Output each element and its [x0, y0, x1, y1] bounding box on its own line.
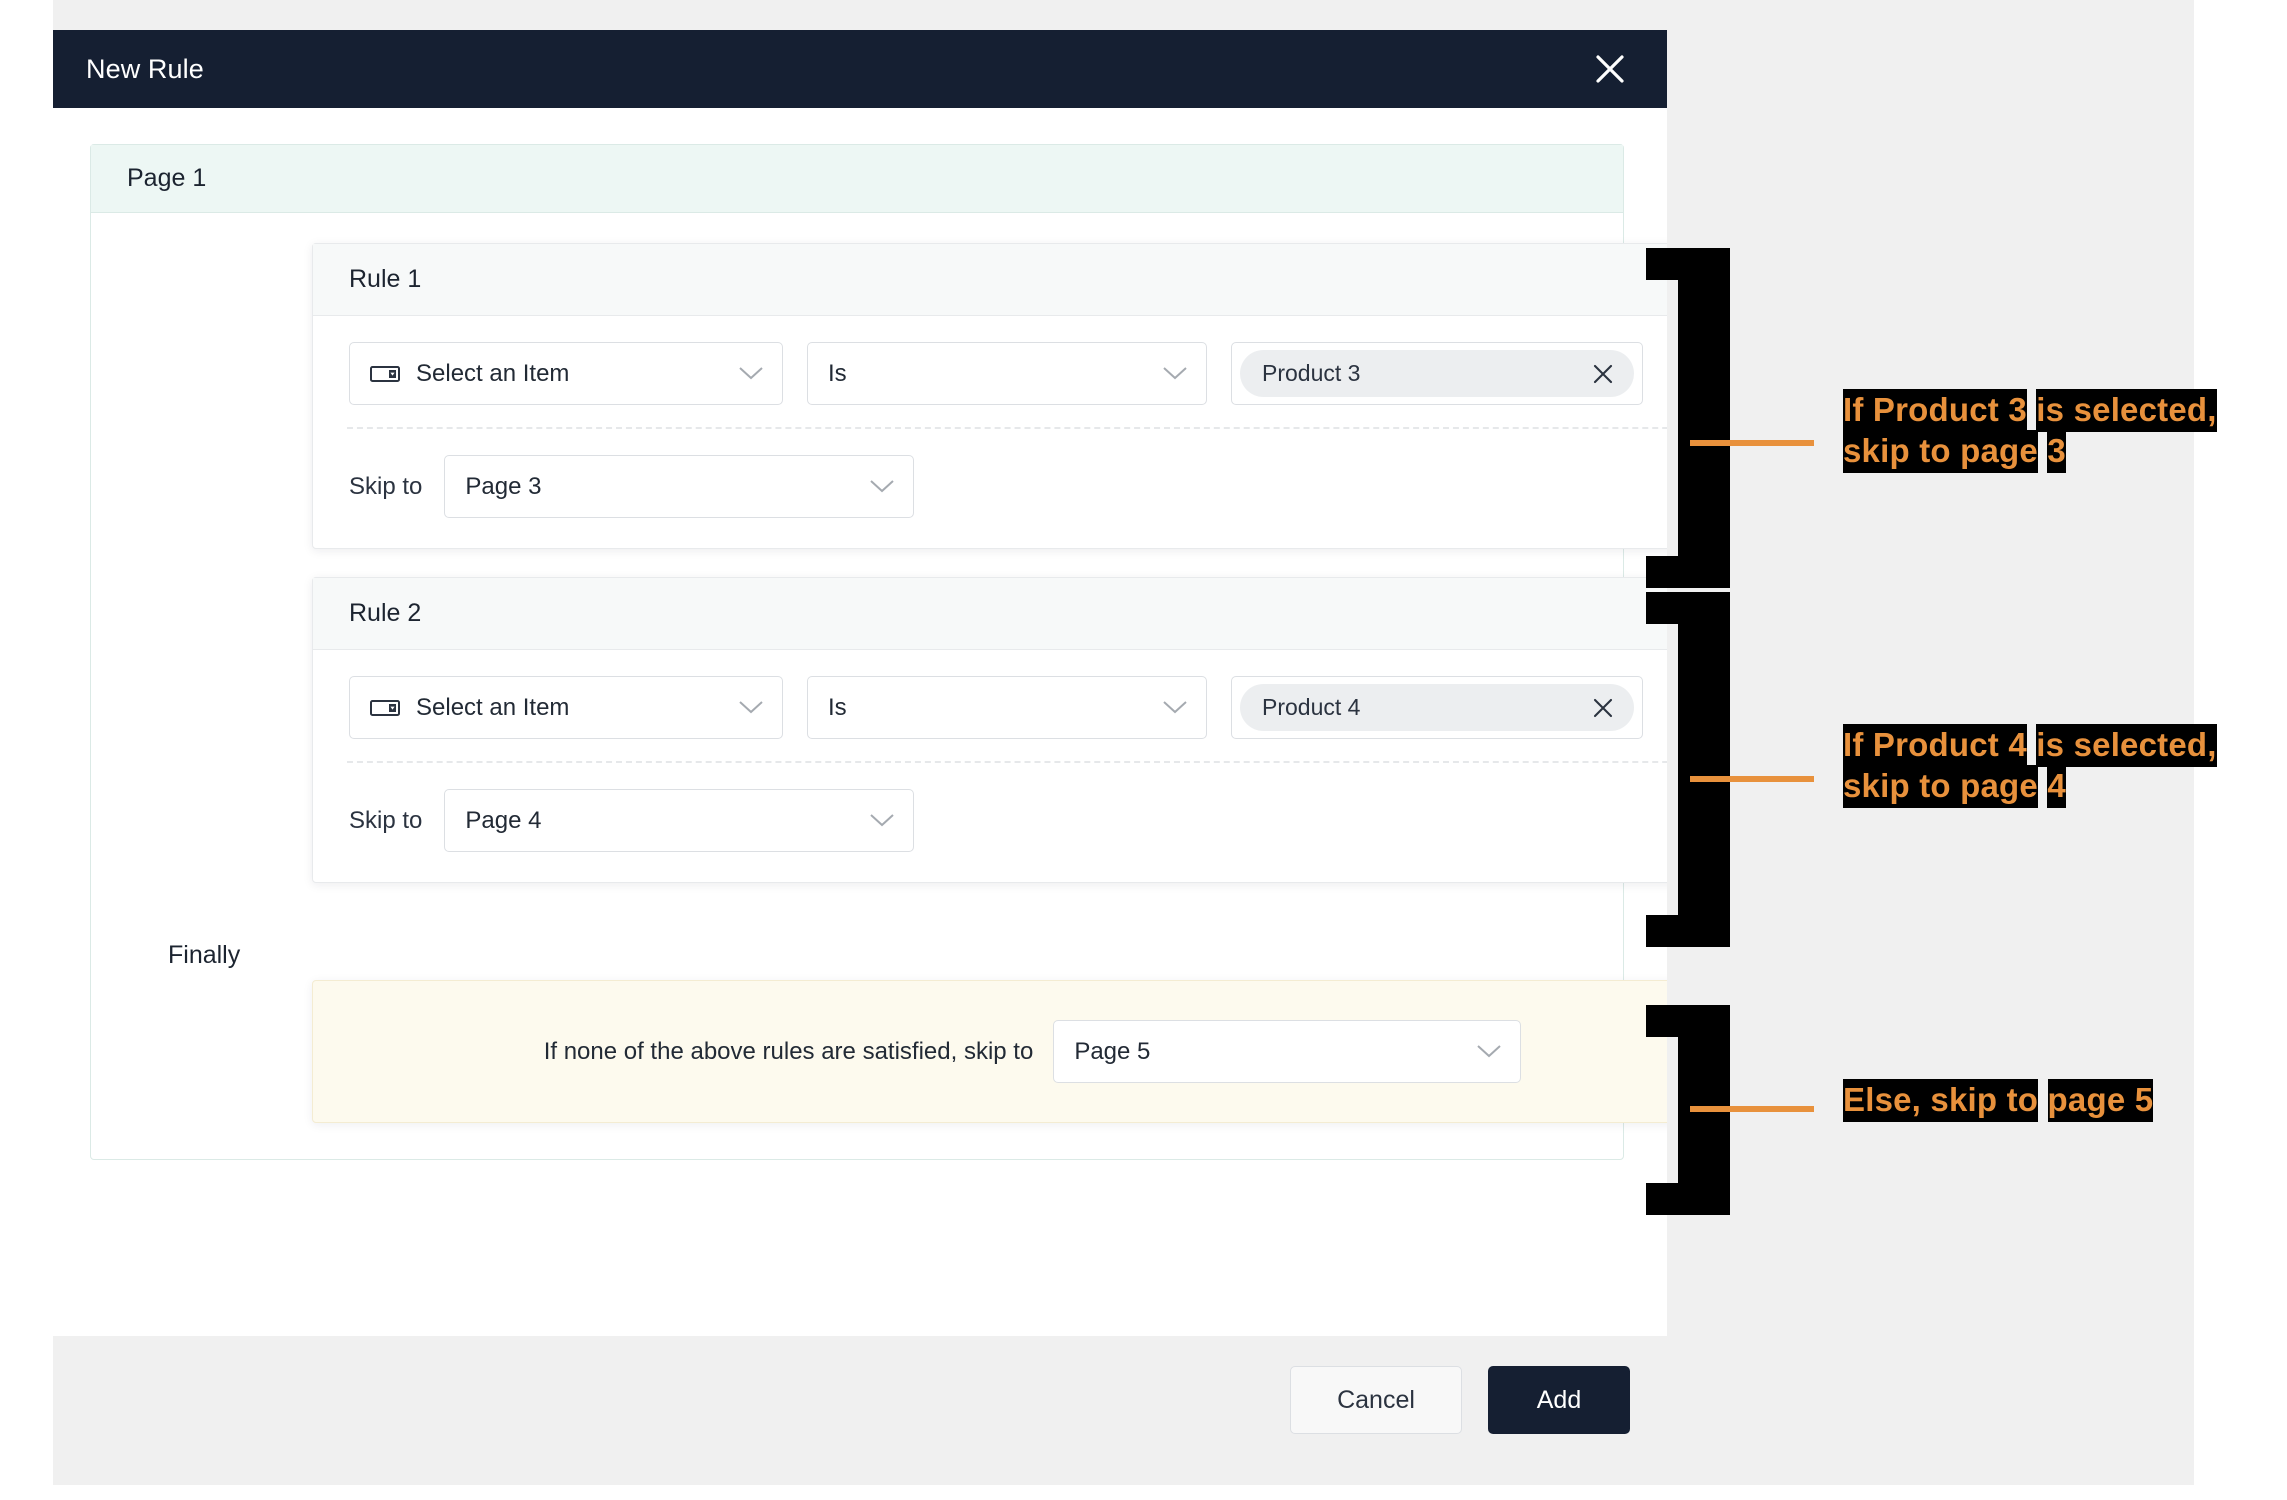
modal-header: New Rule — [53, 30, 1667, 108]
rule-skip-row: Skip to Page 3 — [313, 429, 1667, 548]
finally-section: Finally If none of the above rules are s… — [91, 929, 1667, 1123]
value-chip: Product 3 — [1240, 350, 1634, 397]
operator-value: Is — [828, 693, 847, 721]
chevron-down-icon — [1162, 694, 1188, 722]
rule-condition-row: Select an Item Is — [313, 316, 1667, 427]
modal-footer: Cancel Add — [53, 1336, 1667, 1464]
modal-body: Page 1 Rule 1 Select an Item Is Product … — [53, 108, 1667, 1336]
select-item-dropdown[interactable]: Select an Item — [349, 342, 783, 405]
annotation-text-2: If Product 4 is selected, skip to page 4 — [1843, 724, 2283, 808]
annotation-bracket-1-top-arm — [1646, 248, 1698, 280]
chevron-down-icon — [1162, 360, 1188, 388]
modal-title: New Rule — [86, 53, 204, 84]
dropdown-field-icon — [370, 697, 400, 719]
annotation-leader-2 — [1690, 776, 1814, 782]
close-icon[interactable] — [1587, 46, 1633, 92]
rule-condition-row: Select an Item Is — [313, 650, 1667, 761]
annotation-bracket-2 — [1678, 592, 1730, 947]
skip-to-dropdown[interactable]: Page 4 — [444, 789, 915, 852]
skip-to-value: Page 4 — [465, 806, 542, 834]
annotation-text-1: If Product 3 is selected, skip to page 3 — [1843, 389, 2283, 473]
select-item-value: Select an Item — [416, 359, 570, 387]
value-chip-label: Product 4 — [1262, 694, 1361, 720]
annotation-bracket-1-bottom-arm — [1646, 556, 1698, 588]
rule-title: Rule 2 — [349, 599, 422, 627]
select-item-value: Select an Item — [416, 693, 570, 721]
screen: New Rule Page 1 Rule 1 Select an Item Is… — [0, 0, 2287, 1500]
skip-to-label: Skip to — [349, 806, 423, 834]
annotation-leader-1 — [1690, 440, 1814, 446]
chevron-down-icon — [738, 694, 764, 722]
rule-card-header: Rule 2 — [313, 578, 1667, 650]
value-field[interactable]: Product 3 — [1231, 342, 1643, 405]
rule-skip-row: Skip to Page 4 — [313, 763, 1667, 882]
dropdown-field-icon — [370, 363, 400, 385]
annotation-1-line1b: is selected, — [2036, 389, 2217, 432]
cancel-button[interactable]: Cancel — [1290, 1366, 1462, 1434]
new-rule-modal: New Rule Page 1 Rule 1 Select an Item Is… — [53, 30, 1667, 1464]
annotation-1-line2b: 3 — [2047, 429, 2066, 473]
annotation-bracket-2-top-arm — [1646, 592, 1698, 624]
finally-card: If none of the above rules are satisfied… — [312, 980, 1667, 1123]
rule-card: Rule 2 Select an Item Is Product 4 Skip … — [312, 577, 1667, 883]
annotation-3-line1: Else, skip to — [1843, 1079, 2039, 1122]
operator-dropdown[interactable]: Is — [807, 676, 1207, 739]
finally-skip-to-value: Page 5 — [1074, 1037, 1151, 1065]
page-group-title: Page 1 — [127, 164, 207, 192]
rule-card: Rule 1 Select an Item Is Product 3 Skip … — [312, 243, 1667, 549]
add-button[interactable]: Add — [1488, 1366, 1630, 1434]
annotation-1-line2: skip to page — [1843, 429, 2038, 473]
operator-dropdown[interactable]: Is — [807, 342, 1207, 405]
chevron-down-icon — [869, 807, 895, 835]
close-icon[interactable] — [1588, 359, 1618, 389]
annotation-bracket-2-bottom-arm — [1646, 915, 1698, 947]
page-group-card: Page 1 Rule 1 Select an Item Is Product … — [90, 144, 1667, 1160]
value-field[interactable]: Product 4 — [1231, 676, 1643, 739]
close-icon[interactable] — [1588, 693, 1618, 723]
annotation-3-line1b: page 5 — [2047, 1079, 2154, 1122]
annotation-2-line2b: 4 — [2047, 764, 2066, 808]
chevron-down-icon — [738, 360, 764, 388]
annotation-2-line1b: is selected, — [2036, 724, 2217, 767]
annotation-bracket-3-bottom-arm — [1646, 1183, 1698, 1215]
annotation-text-3: Else, skip to page 5 — [1843, 1079, 2283, 1122]
skip-to-label: Skip to — [349, 472, 423, 500]
finally-text: If none of the above rules are satisfied… — [543, 1037, 1034, 1065]
value-chip: Product 4 — [1240, 684, 1634, 731]
rule-card-header: Rule 1 — [313, 244, 1667, 316]
annotation-leader-3 — [1690, 1106, 1814, 1112]
chevron-down-icon — [1476, 1038, 1502, 1066]
page-group-header: Page 1 — [91, 145, 1623, 213]
page-group-body: Rule 1 Select an Item Is Product 3 Skip … — [91, 213, 1667, 1159]
annotation-2-line1: If Product 4 — [1843, 724, 2027, 767]
finally-skip-to-dropdown[interactable]: Page 5 — [1053, 1020, 1522, 1083]
value-chip-label: Product 3 — [1262, 360, 1361, 386]
finally-label: Finally — [168, 941, 241, 969]
annotation-bracket-1 — [1678, 248, 1730, 588]
skip-to-dropdown[interactable]: Page 3 — [444, 455, 915, 518]
chevron-down-icon — [869, 473, 895, 501]
annotation-2-line2: skip to page — [1843, 764, 2038, 808]
annotation-1-line1: If Product 3 — [1843, 389, 2027, 432]
annotation-bracket-3-top-arm — [1646, 1005, 1698, 1037]
skip-to-value: Page 3 — [465, 472, 542, 500]
operator-value: Is — [828, 359, 847, 387]
rule-title: Rule 1 — [349, 265, 422, 293]
select-item-dropdown[interactable]: Select an Item — [349, 676, 783, 739]
